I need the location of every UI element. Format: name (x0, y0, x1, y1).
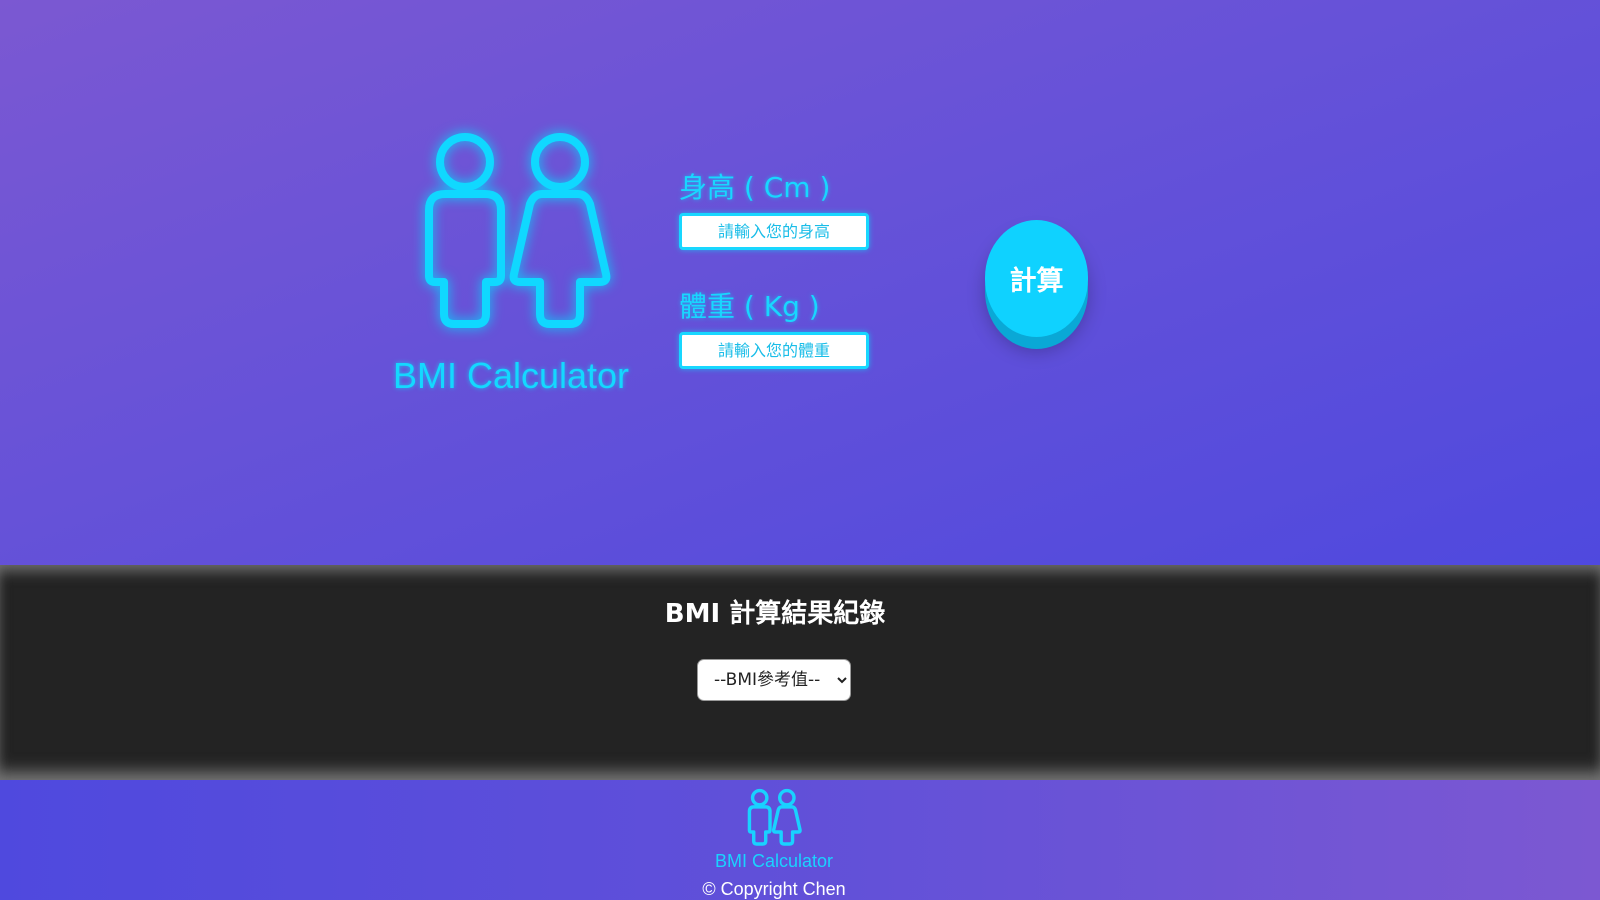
weight-label: 體重 ( Kg ) (679, 290, 820, 323)
records-title: BMI 計算結果紀錄 (664, 599, 886, 629)
male-female-figures-icon (420, 128, 611, 338)
records-section: BMI 計算結果紀錄 --BMI參考值-- (0, 565, 1600, 780)
footer-logo-title: BMI Calculator (714, 851, 834, 871)
copyright-text: © Copyright Chen (702, 879, 846, 899)
calculate-button[interactable]: 計算 (985, 220, 1088, 337)
height-input[interactable] (679, 213, 869, 250)
footer-figures-icon (744, 788, 804, 848)
footer: BMI Calculator © Copyright Chen (0, 780, 1600, 900)
weight-input[interactable] (679, 332, 869, 369)
logo-title: BMI Calculator (392, 355, 630, 396)
bmi-reference-select[interactable]: --BMI參考值-- (697, 659, 851, 701)
hero-section: BMI Calculator 身高 ( Cm ) 體重 ( Kg ) 計算 (0, 0, 1600, 565)
height-label: 身高 ( Cm ) (679, 171, 831, 204)
